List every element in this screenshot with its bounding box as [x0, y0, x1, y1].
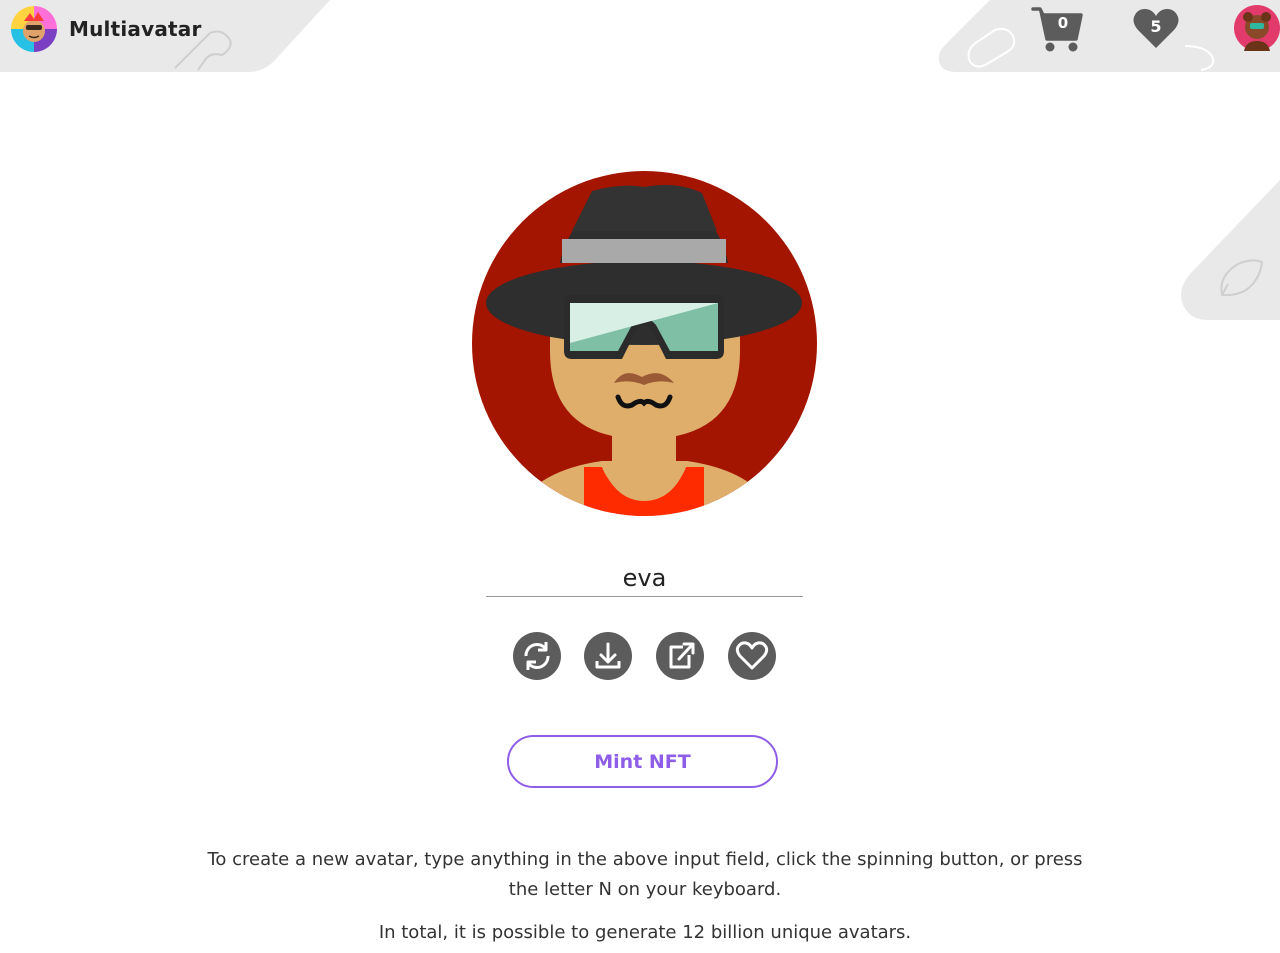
download-button[interactable] — [584, 632, 632, 680]
side-decoration-shape — [1181, 180, 1280, 320]
mint-nft-button[interactable]: Mint NFT — [507, 735, 778, 788]
favorites-count: 5 — [1150, 17, 1162, 36]
multiavatar-logo[interactable] — [10, 5, 58, 53]
cart-count: 0 — [1057, 14, 1069, 32]
header-right-shape — [938, 0, 1280, 72]
download-icon — [595, 642, 621, 669]
favorite-button[interactable] — [728, 632, 776, 680]
total-avatars-text: In total, it is possible to generate 12 … — [378, 922, 912, 943]
refresh-icon — [524, 642, 550, 670]
page: Multiavatar 0 5 eva Mint NFT To create a… — [0, 0, 1280, 953]
avatar-name-input[interactable] — [486, 560, 803, 597]
external-link-icon — [669, 642, 695, 669]
cart-button[interactable]: 0 — [1031, 5, 1085, 55]
instructions-text: To create a new avatar, type anything in… — [207, 849, 1083, 900]
brand-name[interactable]: Multiavatar — [69, 17, 202, 41]
open-link-button[interactable] — [656, 632, 704, 680]
favorites-button[interactable]: 5 — [1132, 6, 1180, 50]
heart-icon — [735, 641, 769, 670]
generated-avatar — [472, 171, 817, 516]
refresh-button[interactable] — [513, 632, 561, 680]
user-avatar[interactable] — [1234, 5, 1280, 51]
